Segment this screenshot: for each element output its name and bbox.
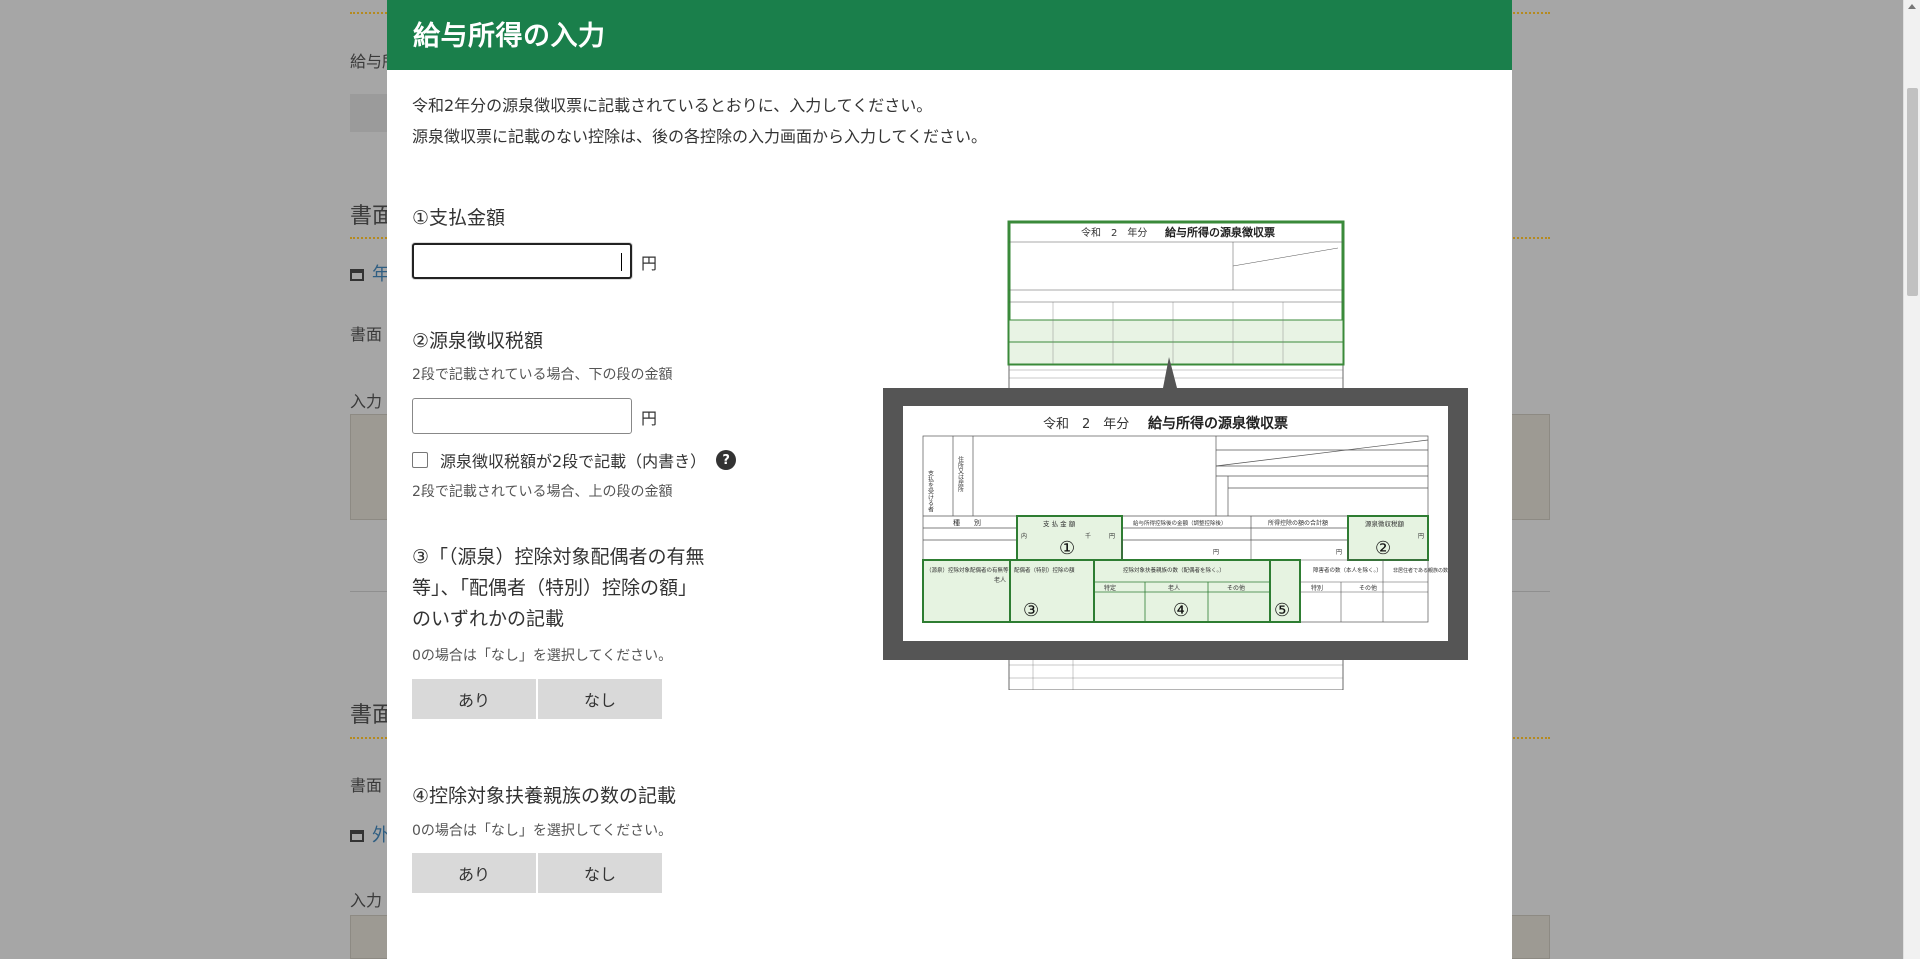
sonota-label: その他 xyxy=(1359,584,1377,592)
modal-title: 給与所得の入力 xyxy=(413,21,606,52)
external-window-icon xyxy=(350,269,364,281)
mark-3: ③ xyxy=(1023,600,1039,621)
text-caret xyxy=(621,253,622,271)
big-slip-year: 令和 2 年分 xyxy=(1043,417,1129,432)
unit-label: 円 xyxy=(1109,533,1115,540)
two-tier-checkbox-row[interactable]: 源泉徴収税額が2段で記載（内書き） ? xyxy=(412,448,737,472)
dependents-label: ④控除対象扶養親族の数の記載 xyxy=(412,785,677,807)
tokubetsu-label: 特別 xyxy=(1311,584,1323,592)
bg-label: 書面 xyxy=(350,325,383,344)
bg-label: 書面 xyxy=(350,776,383,795)
uchi-label: 内 xyxy=(1021,532,1027,540)
two-tier-checkbox[interactable] xyxy=(412,452,428,468)
spouse-no-button[interactable]: なし xyxy=(538,679,662,719)
payment-amount-input[interactable] xyxy=(412,243,632,279)
col-salary-after: 給与所得控除後の金額（調整控除後） xyxy=(1133,519,1227,527)
unit-label: 円 xyxy=(1213,549,1219,556)
withholding-tax-hint: 2段で記載されている場合、下の段の金額 xyxy=(412,367,673,383)
unit-label: 円 xyxy=(1418,533,1424,540)
mark-4: ④ xyxy=(1173,600,1189,621)
sonota-label: その他 xyxy=(1227,584,1245,592)
payee-label: 支払を受ける者 xyxy=(927,469,934,513)
withholding-slip-illustration: 令和 2 年分 給与所得の源泉徴収票 令和 2 年分 給与所得の源泉徴収票 支払… xyxy=(883,220,1468,690)
mark-2: ② xyxy=(1375,538,1391,559)
mark-1: ① xyxy=(1059,538,1075,559)
bg-label: 入力 xyxy=(350,392,383,411)
withholding-tax-label: ②源泉徴収税額 xyxy=(412,330,544,352)
unit-label: 円 xyxy=(1336,549,1342,556)
bg-link: 年 xyxy=(350,260,390,286)
unit-label: 千 xyxy=(1085,532,1091,540)
rojin-label: 老人 xyxy=(994,576,1006,584)
rojin-label: 老人 xyxy=(1168,584,1180,592)
col-dependents: 控除対象扶養親族の数（配偶者を除く。） xyxy=(1123,566,1225,574)
col-deductions-total: 所得控除の額の合計額 xyxy=(1268,519,1328,527)
bg-section-heading: 書面 xyxy=(350,703,390,728)
salary-income-modal: 給与所得の入力 令和2年分の源泉徴収票に記載されているとおりに、入力してください… xyxy=(387,0,1512,959)
bg-link: 外 xyxy=(350,821,390,847)
intro-line-1: 令和2年分の源泉徴収票に記載されているとおりに、入力してください。 xyxy=(412,96,933,115)
payment-amount-label: ①支払金額 xyxy=(412,207,506,229)
bg-button xyxy=(350,94,388,132)
dependents-hint: 0の場合は「なし」を選択してください。 xyxy=(412,823,673,839)
col-disabled: 障害者の数（本人を除く。） xyxy=(1313,566,1382,574)
withholding-tax-input[interactable] xyxy=(412,398,632,434)
dependents-no-button[interactable]: なし xyxy=(538,853,662,893)
spouse-deduction-label: ③「（源泉）控除対象配偶者の有無 等」、「配偶者（特別）控除の額」 のいずれかの… xyxy=(412,542,705,635)
tokutei-label: 特定 xyxy=(1104,584,1116,592)
modal-header: 給与所得の入力 xyxy=(387,0,1512,70)
dependents-toggle: あり なし xyxy=(412,853,664,893)
spouse-deduction-label-line: 等」、「配偶者（特別）控除の額」 xyxy=(412,577,698,599)
spouse-deduction-label-line: のいずれかの記載 xyxy=(412,608,565,630)
col-spouse-deduction: 配偶者（特別）控除の額 xyxy=(1014,566,1075,574)
scroll-up-arrow-icon[interactable] xyxy=(1908,4,1916,9)
address-label: 住所又は居所 xyxy=(957,455,964,493)
bg-label: 入力 xyxy=(350,891,383,910)
two-tier-hint: 2段で記載されている場合、上の段の金額 xyxy=(412,484,673,500)
payment-amount-unit: 円 xyxy=(641,254,658,273)
dependents-yes-button[interactable]: あり xyxy=(412,853,536,893)
col-spouse: （源泉）控除対象配偶者の有無等 xyxy=(926,566,1009,574)
withholding-tax-unit: 円 xyxy=(641,409,658,428)
external-window-icon xyxy=(350,830,364,842)
scrollbar-thumb[interactable] xyxy=(1907,88,1918,296)
small-slip-year: 令和 2 年分 xyxy=(1081,226,1147,239)
col-nonresident: 非居住者である親族の数 xyxy=(1393,567,1448,574)
col-shubetsu: 種 別 xyxy=(953,518,981,527)
bg-section-heading: 書面 xyxy=(350,204,390,229)
col-withholding: 源泉徴収税額 xyxy=(1365,519,1405,528)
spouse-deduction-toggle: あり なし xyxy=(412,679,664,719)
intro-text: 令和2年分の源泉徴収票に記載されているとおりに、入力してください。 源泉徴収票に… xyxy=(412,90,1487,152)
intro-line-2: 源泉徴収票に記載のない控除は、後の各控除の入力画面から入力してください。 xyxy=(412,127,988,146)
mark-5: ⑤ xyxy=(1274,600,1290,621)
big-slip-title: 給与所得の源泉徴収票 xyxy=(1148,415,1288,432)
page-scrollbar[interactable] xyxy=(1903,0,1920,959)
two-tier-checkbox-label[interactable]: 源泉徴収税額が2段で記載（内書き） xyxy=(440,448,706,472)
modal-body: 令和2年分の源泉徴収票に記載されているとおりに、入力してください。 源泉徴収票に… xyxy=(387,70,1512,959)
help-icon[interactable]: ? xyxy=(716,450,737,470)
spouse-deduction-hint: 0の場合は「なし」を選択してください。 xyxy=(412,648,673,664)
bg-label: 給与所 xyxy=(350,52,388,71)
col-payment: 支 払 金 額 xyxy=(1043,519,1076,528)
small-slip-title: 給与所得の源泉徴収票 xyxy=(1165,225,1275,239)
spouse-deduction-label-line: ③「（源泉）控除対象配偶者の有無 xyxy=(412,546,705,568)
spouse-yes-button[interactable]: あり xyxy=(412,679,536,719)
